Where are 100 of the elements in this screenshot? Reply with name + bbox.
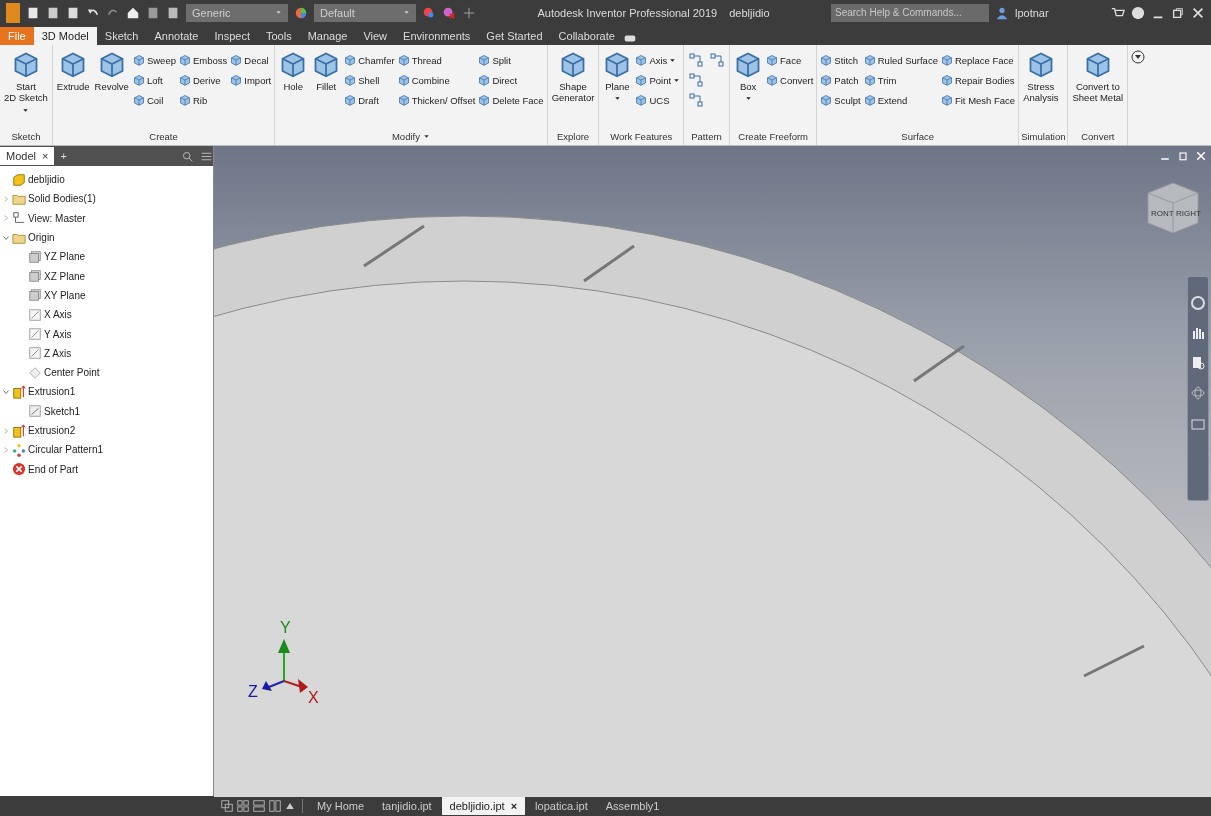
ribbon-button[interactable]: Extend [862, 90, 939, 110]
ribbon-tab[interactable]: Sketch [96, 27, 147, 45]
tree-item[interactable]: debljidio [28, 174, 65, 186]
tree-item[interactable]: Extrusion2 [28, 425, 76, 436]
search-icon[interactable] [181, 149, 194, 163]
ribbon-tab[interactable]: View [355, 27, 396, 45]
paint-clear-icon[interactable] [442, 5, 456, 20]
tile-vertical-icon[interactable] [268, 799, 282, 813]
ribbon-button[interactable]: Import [229, 70, 273, 90]
cascade-icon[interactable] [220, 799, 234, 813]
user-name[interactable]: lpotnar [1015, 6, 1105, 19]
ribbon-tab[interactable]: Collaborate [550, 27, 623, 45]
tree-item[interactable]: Center Point [44, 367, 100, 379]
tree-item[interactable]: Origin [28, 232, 55, 244]
model-browser-tab[interactable]: Model × [0, 147, 55, 165]
ribbon-tab[interactable]: Environments [395, 27, 479, 45]
zoom-icon[interactable] [1190, 355, 1206, 371]
restore-icon[interactable] [1171, 5, 1185, 20]
ribbon-button[interactable]: Patch [819, 70, 862, 90]
home-icon[interactable] [126, 5, 140, 20]
ribbon-button[interactable]: Replace Face [939, 50, 1017, 70]
restore-icon[interactable] [1177, 150, 1189, 162]
ribbon-button[interactable]: Ruled Surface [862, 50, 939, 70]
ribbon-button[interactable]: Repair Bodies [939, 70, 1017, 90]
tree-item[interactable]: X Axis [44, 309, 72, 321]
ribbon-button[interactable]: Combine [396, 70, 477, 90]
close-icon[interactable] [1195, 150, 1207, 162]
ribbon-button[interactable]: Fillet [310, 50, 343, 128]
expanded-chevron-icon[interactable] [2, 387, 10, 396]
ribbon-button[interactable]: Extrude [54, 50, 92, 128]
close-icon[interactable] [1191, 5, 1205, 20]
ribbon-button[interactable]: Loft [131, 70, 177, 90]
ribbon-button[interactable]: Emboss [177, 50, 229, 70]
add-tab-button[interactable]: + [60, 150, 67, 162]
document-tab[interactable]: debljidio.ipt × [441, 797, 526, 815]
tree-item[interactable]: Extrusion1 [28, 386, 76, 398]
panel-title[interactable]: Modify [391, 128, 430, 145]
ribbon-button[interactable]: Shell [343, 70, 396, 90]
ribbon-button[interactable]: Split [477, 50, 545, 70]
ribbon-button[interactable]: Box [732, 50, 765, 128]
ribbon-button[interactable]: Start 2D Sketch [2, 50, 50, 128]
ribbon-button[interactable]: Draft [343, 90, 396, 110]
ribbon-button[interactable]: Derive [177, 70, 229, 90]
ribbon-button[interactable]: Sweep [131, 50, 177, 70]
ribbon-button[interactable]: Decal [229, 50, 273, 70]
paint-icon[interactable] [422, 5, 436, 20]
tree-item[interactable]: Y Axis [44, 328, 72, 340]
color-wheel-icon[interactable] [294, 5, 308, 20]
tile-horizontal-icon[interactable] [252, 799, 266, 813]
ribbon-button[interactable]: Plane [601, 50, 634, 128]
ribbon-button[interactable]: Direct [477, 70, 545, 90]
ribbon-button[interactable]: Stitch [819, 50, 862, 70]
ribbon-button[interactable]: Coil [131, 90, 177, 110]
document-icon[interactable] [26, 5, 40, 20]
ribbon-tab[interactable]: Tools [257, 27, 300, 45]
ribbon-button[interactable]: Shape Generator [549, 50, 597, 128]
ribbon-button[interactable]: Thicken/ Offset [396, 90, 477, 110]
plus-icon[interactable] [462, 5, 476, 20]
ribbon-button[interactable]: Fit Mesh Face [939, 90, 1017, 110]
document-tab[interactable]: tanjidio.ipt [374, 797, 440, 815]
ribbon-tab[interactable]: Manage [299, 27, 356, 45]
document-tab[interactable]: My Home [309, 797, 373, 815]
ribbon-button[interactable]: Stress Analysis [1021, 50, 1061, 128]
ribbon-tab[interactable]: 3D Model [33, 27, 97, 45]
ribbon-button[interactable]: Point [634, 70, 682, 90]
expanded-chevron-icon[interactable] [2, 233, 10, 242]
tree-item[interactable]: Circular Pattern1 [28, 444, 104, 456]
ribbon-button[interactable]: UCS [634, 90, 682, 110]
document-tab[interactable]: lopatica.ipt [527, 797, 596, 815]
ribbon-button[interactable]: Convert [765, 70, 815, 90]
tree-item[interactable]: View: Master [28, 212, 86, 224]
tree-item[interactable]: Sketch1 [44, 405, 81, 417]
ribbon-button[interactable]: Rib [177, 90, 229, 110]
ribbon-button[interactable]: Trim [862, 70, 939, 90]
ribbon-button[interactable]: Hole [277, 50, 310, 128]
user-icon[interactable] [995, 5, 1009, 20]
orbit-icon[interactable] [1190, 385, 1206, 401]
ribbon-button[interactable]: Convert to Sheet Metal [1070, 50, 1126, 128]
ribbon-button[interactable]: Sculpt [819, 90, 862, 110]
steering-wheel-icon[interactable] [1190, 295, 1206, 311]
ribbon-button[interactable]: Axis [634, 50, 682, 70]
document-tab[interactable]: Assembly1 [597, 797, 668, 815]
ribbon-tab[interactable]: Inspect [206, 27, 258, 45]
tree-item[interactable]: Z Axis [44, 347, 72, 359]
tree-item[interactable]: XY Plane [44, 289, 86, 301]
tile-icon[interactable] [236, 799, 250, 813]
nodes-icon [688, 72, 705, 88]
ribbon-button[interactable]: Chamfer [343, 50, 396, 70]
tree-item[interactable]: XZ Plane [44, 270, 86, 282]
ribbon-tab[interactable]: Annotate [146, 27, 207, 45]
ribbon-tab[interactable]: Get Started [478, 27, 551, 45]
ribbon-button[interactable]: Thread [396, 50, 477, 70]
dropdown-icon[interactable] [1130, 49, 1147, 65]
tree-item[interactable]: YZ Plane [44, 251, 86, 263]
tree-item[interactable]: Solid Bodies(1) [28, 193, 96, 205]
search-field[interactable]: Search Help & Commands... [831, 3, 989, 22]
ribbon-button[interactable]: Face [765, 50, 815, 70]
tree-item[interactable]: End of Part [28, 463, 79, 475]
ribbon-button[interactable]: Delete Face [477, 90, 545, 110]
ribbon-button[interactable]: Revolve [92, 50, 131, 128]
